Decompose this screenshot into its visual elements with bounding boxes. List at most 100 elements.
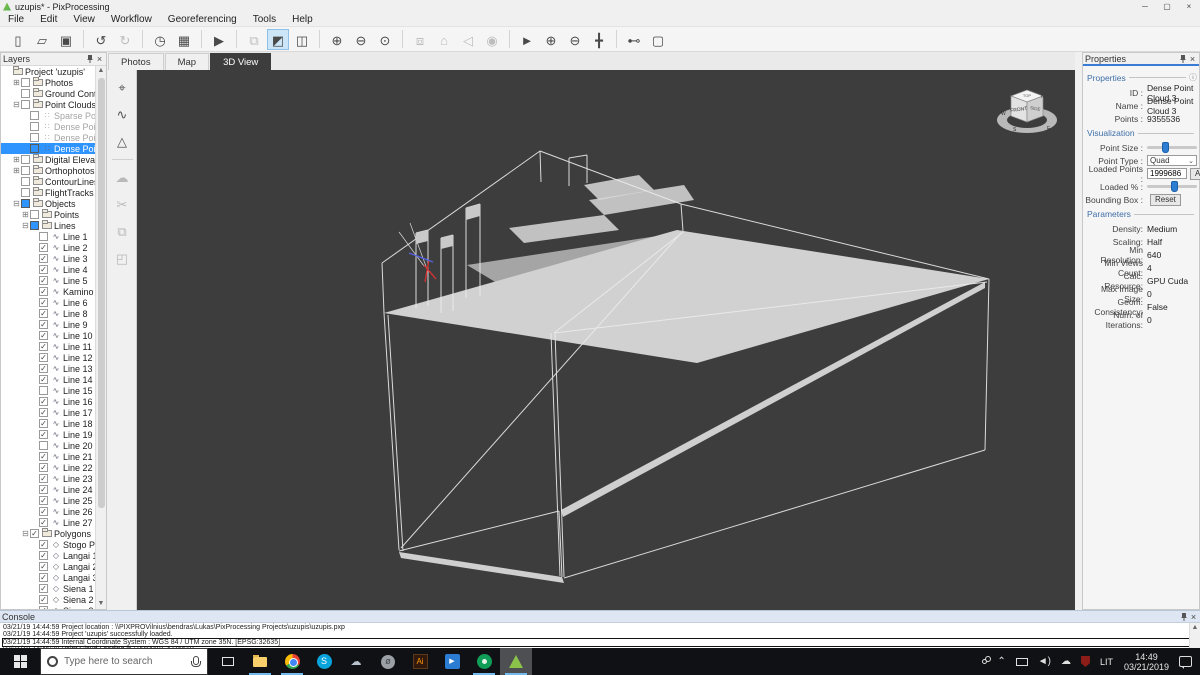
layer-checkbox[interactable]: ✓	[39, 287, 48, 296]
history-button[interactable]: ◷	[149, 29, 171, 50]
layer-checkbox[interactable]: ✓	[39, 397, 48, 406]
display-icon[interactable]	[1016, 658, 1028, 666]
slider[interactable]	[1147, 185, 1197, 188]
layer-checkbox[interactable]: ✓	[39, 408, 48, 417]
task-view-taskbar-icon[interactable]	[212, 648, 244, 675]
layer-item[interactable]: ✓∿Line 22	[1, 462, 97, 473]
scroll-thumb[interactable]	[98, 78, 105, 508]
layer-checkbox[interactable]: ✓	[39, 551, 48, 560]
layer-checkbox[interactable]: ✓	[39, 254, 48, 263]
viewport-3d[interactable]: ⌖∿△☁✂⧉◰	[108, 70, 1075, 610]
layer-item[interactable]: ✓∿Line 10	[1, 330, 97, 341]
scroll-up-icon[interactable]: ▲	[96, 66, 106, 76]
layer-checkbox[interactable]	[21, 78, 30, 87]
layer-checkbox[interactable]: ✓	[39, 243, 48, 252]
layer-item[interactable]: ⊟Lines	[1, 220, 97, 231]
paint-3d-taskbar-icon[interactable]: ☁	[340, 648, 372, 675]
show-hidden-icons-chevron[interactable]: ⌃	[997, 656, 1005, 667]
layer-checkbox[interactable]: ✓	[39, 606, 48, 609]
layer-item[interactable]: ⊞Orthophotos	[1, 165, 97, 176]
layer-item[interactable]: ⊞Digital Elevation Maps	[1, 154, 97, 165]
tab-photos[interactable]: Photos	[108, 53, 164, 70]
layer-checkbox[interactable]: ✓	[39, 375, 48, 384]
layer-item[interactable]: ⊞Points	[1, 209, 97, 220]
layer-checkbox[interactable]	[21, 199, 30, 208]
scroll-up-icon[interactable]: ▲	[1190, 623, 1200, 633]
volume-icon[interactable]: ◄)	[1038, 656, 1051, 667]
pixprocessing-taskbar-icon[interactable]	[500, 648, 532, 675]
zoom-extents-button[interactable]: ⊙	[374, 29, 396, 50]
antivirus-icon[interactable]	[1081, 656, 1090, 667]
layer-checkbox[interactable]: ✓	[39, 364, 48, 373]
layer-item[interactable]: ✓◇Langai 2	[1, 561, 97, 572]
layer-checkbox[interactable]: ✓	[39, 430, 48, 439]
expander-icon[interactable]: ⊟	[21, 529, 30, 538]
menu-workflow[interactable]: Workflow	[103, 13, 160, 27]
scroll-down-icon[interactable]: ▼	[96, 599, 106, 609]
layer-item[interactable]: ✓∿Line 19	[1, 429, 97, 440]
expander-icon[interactable]: ⊟	[21, 221, 30, 230]
layer-checkbox[interactable]	[21, 89, 30, 98]
menu-georeferencing[interactable]: Georeferencing	[160, 13, 245, 27]
gimp-taskbar-icon[interactable]: ø	[372, 648, 404, 675]
menu-help[interactable]: Help	[284, 13, 321, 27]
expander-icon[interactable]: ⊟	[12, 199, 21, 208]
layer-checkbox[interactable]: ✓	[39, 265, 48, 274]
clock[interactable]: 14:49 03/21/2019	[1124, 652, 1169, 672]
file-explorer-taskbar-icon[interactable]	[244, 648, 276, 675]
layer-item[interactable]: ∷Dense Point Cloud 3	[1, 143, 97, 154]
cube-top-label[interactable]: TOP	[1023, 93, 1031, 98]
image-preview-button[interactable]: ▦	[173, 29, 195, 50]
console-scrollbar[interactable]: ▲	[1189, 623, 1200, 648]
layer-item[interactable]: ✓∿Line 26	[1, 506, 97, 517]
onedrive-icon[interactable]: ☁	[1061, 656, 1071, 667]
console-line[interactable]: 03/21/19 14:44:59 Project 'uzupis' succe…	[3, 631, 1197, 638]
add-points-button[interactable]: ⊕	[540, 29, 562, 50]
layer-item[interactable]: ✓∿Line 4	[1, 264, 97, 275]
layer-item[interactable]: ⊟Objects	[1, 198, 97, 209]
layer-item[interactable]: Project 'uzupis'	[1, 66, 97, 77]
apply-button[interactable]: Apply	[1190, 168, 1200, 180]
add-point-tool-icon[interactable]: ⌖	[112, 77, 133, 98]
layer-item[interactable]: ✓∿Line 16	[1, 396, 97, 407]
layer-checkbox[interactable]	[30, 221, 39, 230]
layer-checkbox[interactable]	[39, 386, 48, 395]
tab-3d-view[interactable]: 3D View	[210, 53, 271, 70]
layer-item[interactable]: ✓∿Line 18	[1, 418, 97, 429]
loaded-points-input[interactable]	[1147, 168, 1187, 179]
remove-points-button[interactable]: ⊖	[564, 29, 586, 50]
expander-icon[interactable]: ⊞	[21, 210, 30, 219]
close-panel-icon[interactable]: ×	[95, 54, 104, 64]
pin-icon[interactable]	[1180, 612, 1188, 622]
expander-icon[interactable]: ⊞	[12, 78, 21, 87]
layer-checkbox[interactable]	[21, 155, 30, 164]
skype-taskbar-icon[interactable]: S	[308, 648, 340, 675]
start-button[interactable]	[0, 648, 40, 675]
save-project-button[interactable]: ▣	[55, 29, 77, 50]
info-icon[interactable]: ⓘ	[1189, 72, 1197, 83]
layer-item[interactable]: ✓◇Siena 1	[1, 583, 97, 594]
layer-checkbox[interactable]: ✓	[39, 276, 48, 285]
layer-item[interactable]: ⊟✓Polygons	[1, 528, 97, 539]
layer-item[interactable]: ∿Line 20	[1, 440, 97, 451]
layer-item[interactable]: ✓∿Line 13	[1, 363, 97, 374]
taskbar-search[interactable]: Type here to search	[40, 648, 208, 675]
slider-thumb[interactable]	[1171, 181, 1178, 192]
layer-item[interactable]: ✓∿Kamino Ilgis	[1, 286, 97, 297]
expander-icon[interactable]: ⊞	[12, 155, 21, 164]
layer-item[interactable]: ✓∿Line 27	[1, 517, 97, 528]
layer-checkbox[interactable]	[21, 166, 30, 175]
view-3d-solid-button[interactable]: ◩	[267, 29, 289, 50]
layer-checkbox[interactable]	[30, 111, 39, 120]
bounding-cube-button[interactable]: ▢	[647, 29, 669, 50]
point-type-select[interactable]: Quad⌄	[1147, 155, 1197, 166]
menu-file[interactable]: File	[0, 13, 32, 27]
undo-button[interactable]: ↺	[90, 29, 112, 50]
zoom-in-button[interactable]: ⊕	[326, 29, 348, 50]
select-points-button[interactable]: ►	[516, 29, 538, 50]
open-project-button[interactable]: ▱	[31, 29, 53, 50]
compass-north[interactable]: N	[1041, 94, 1045, 100]
new-project-button[interactable]: ▯	[7, 29, 29, 50]
expander-icon[interactable]: ⊞	[12, 166, 21, 175]
layer-checkbox[interactable]: ✓	[39, 309, 48, 318]
